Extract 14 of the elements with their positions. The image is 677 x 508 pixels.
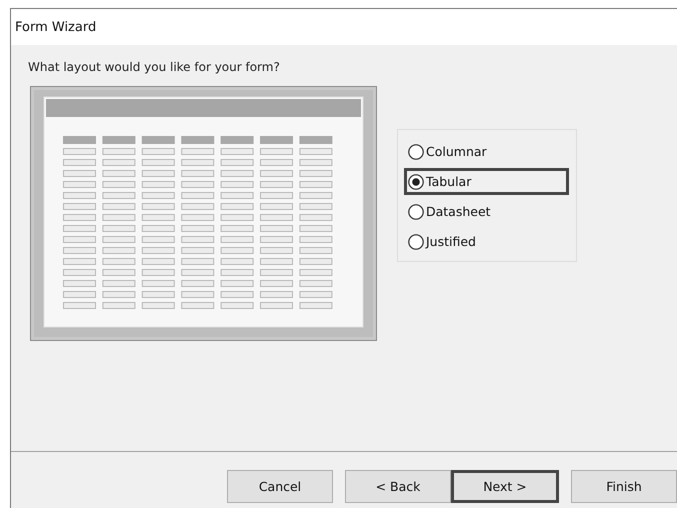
radio-icon: [408, 174, 424, 190]
wizard-button[interactable]: < Back: [345, 470, 451, 503]
layout-option[interactable]: Tabular: [404, 168, 569, 195]
layout-option[interactable]: Columnar: [404, 138, 569, 165]
wizard-button[interactable]: Next >: [451, 470, 559, 503]
question-label: What layout would you like for your form?: [28, 60, 281, 74]
radio-icon: [408, 234, 424, 250]
layout-option[interactable]: Justified: [404, 228, 569, 255]
radio-icon: [408, 144, 424, 160]
layout-option[interactable]: Datasheet: [404, 198, 569, 225]
radio-icon: [408, 204, 424, 220]
wizard-button[interactable]: Finish: [571, 470, 677, 503]
window-title: Form Wizard: [15, 20, 96, 34]
wizard-button[interactable]: Cancel: [227, 470, 333, 503]
